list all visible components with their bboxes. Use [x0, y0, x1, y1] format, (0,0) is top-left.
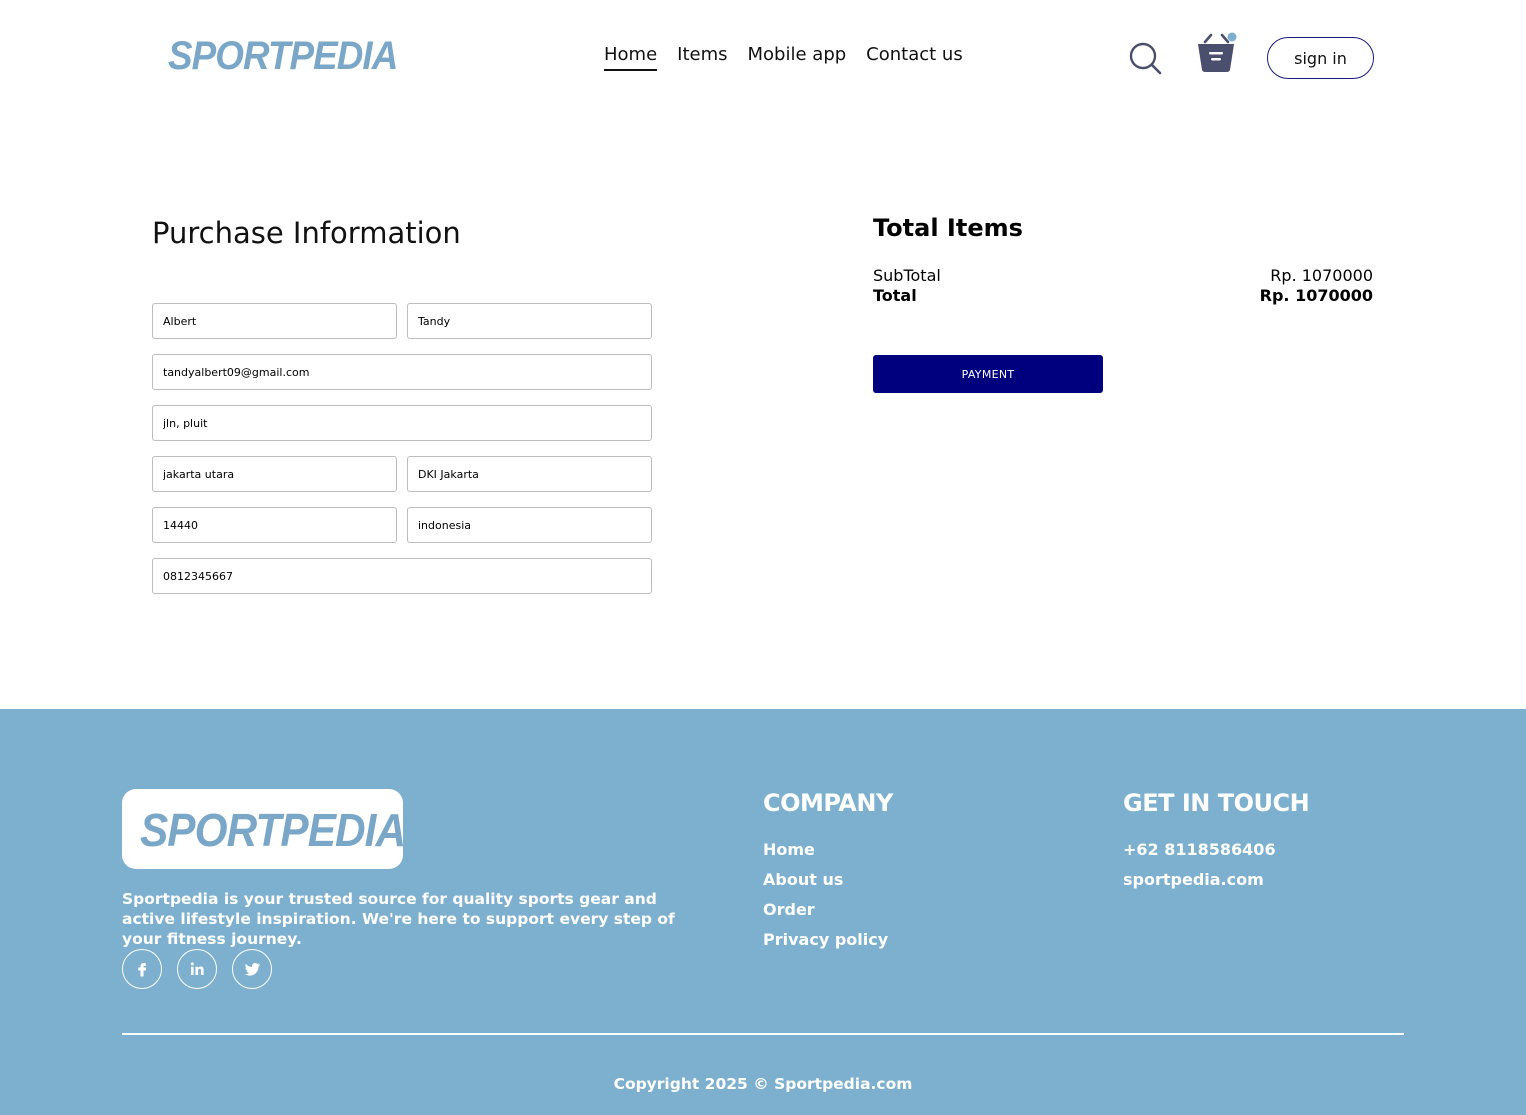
last-name-input[interactable]: [407, 303, 652, 339]
linkedin-icon[interactable]: [177, 949, 217, 989]
payment-button[interactable]: PAYMENT: [873, 355, 1103, 393]
company-title: COMPANY: [763, 789, 893, 817]
site-header: SPORTPEDIA Home Items Mobile app Contact…: [0, 0, 1526, 110]
nav-home[interactable]: Home: [604, 44, 658, 71]
footer-link-home[interactable]: Home: [763, 840, 815, 859]
twitter-icon[interactable]: [232, 949, 272, 989]
site-logo[interactable]: SPORTPEDIA: [168, 34, 398, 79]
cart-icon[interactable]: [1196, 32, 1240, 74]
first-name-input[interactable]: [152, 303, 397, 339]
main-nav: Home Items Mobile app Contact us: [604, 44, 963, 71]
address-input[interactable]: [152, 405, 652, 441]
total-items-title: Total Items: [873, 214, 1023, 242]
subtotal-value: Rp. 1070000: [1270, 266, 1373, 285]
search-icon[interactable]: [1128, 41, 1162, 75]
footer-divider: [122, 1033, 1404, 1035]
phone-input[interactable]: [152, 558, 652, 594]
footer-logo[interactable]: SPORTPEDIA: [140, 803, 406, 857]
nav-contact-us[interactable]: Contact us: [866, 44, 963, 71]
postal-code-input[interactable]: [152, 507, 397, 543]
footer-website[interactable]: sportpedia.com: [1123, 870, 1264, 889]
cart-badge: [1227, 32, 1237, 42]
total-value: Rp. 1070000: [1259, 286, 1373, 305]
footer-description: Sportpedia is your trusted source for qu…: [122, 890, 675, 948]
sign-in-button[interactable]: sign in: [1267, 37, 1374, 79]
email-input[interactable]: [152, 354, 652, 390]
subtotal-label: SubTotal: [873, 266, 941, 285]
footer-phone[interactable]: +62 8118586406: [1123, 840, 1276, 859]
city-input[interactable]: [152, 456, 397, 492]
total-row: Total Rp. 1070000: [873, 286, 1373, 305]
facebook-icon[interactable]: [122, 949, 162, 989]
footer-link-privacy-policy[interactable]: Privacy policy: [763, 930, 888, 949]
country-input[interactable]: [407, 507, 652, 543]
copyright-text: Copyright 2025 © Sportpedia.com: [613, 1075, 913, 1093]
site-footer: SPORTPEDIA Sportpedia is your trusted so…: [0, 709, 1526, 1115]
nav-items[interactable]: Items: [677, 44, 727, 71]
nav-mobile-app[interactable]: Mobile app: [748, 44, 847, 71]
province-input[interactable]: [407, 456, 652, 492]
footer-link-about-us[interactable]: About us: [763, 870, 843, 889]
subtotal-row: SubTotal Rp. 1070000: [873, 266, 1373, 285]
total-label: Total: [873, 286, 917, 305]
footer-logo-box: SPORTPEDIA: [122, 789, 406, 869]
contact-title: GET IN TOUCH: [1123, 789, 1310, 817]
purchase-title: Purchase Information: [152, 216, 461, 250]
footer-link-order[interactable]: Order: [763, 900, 815, 919]
